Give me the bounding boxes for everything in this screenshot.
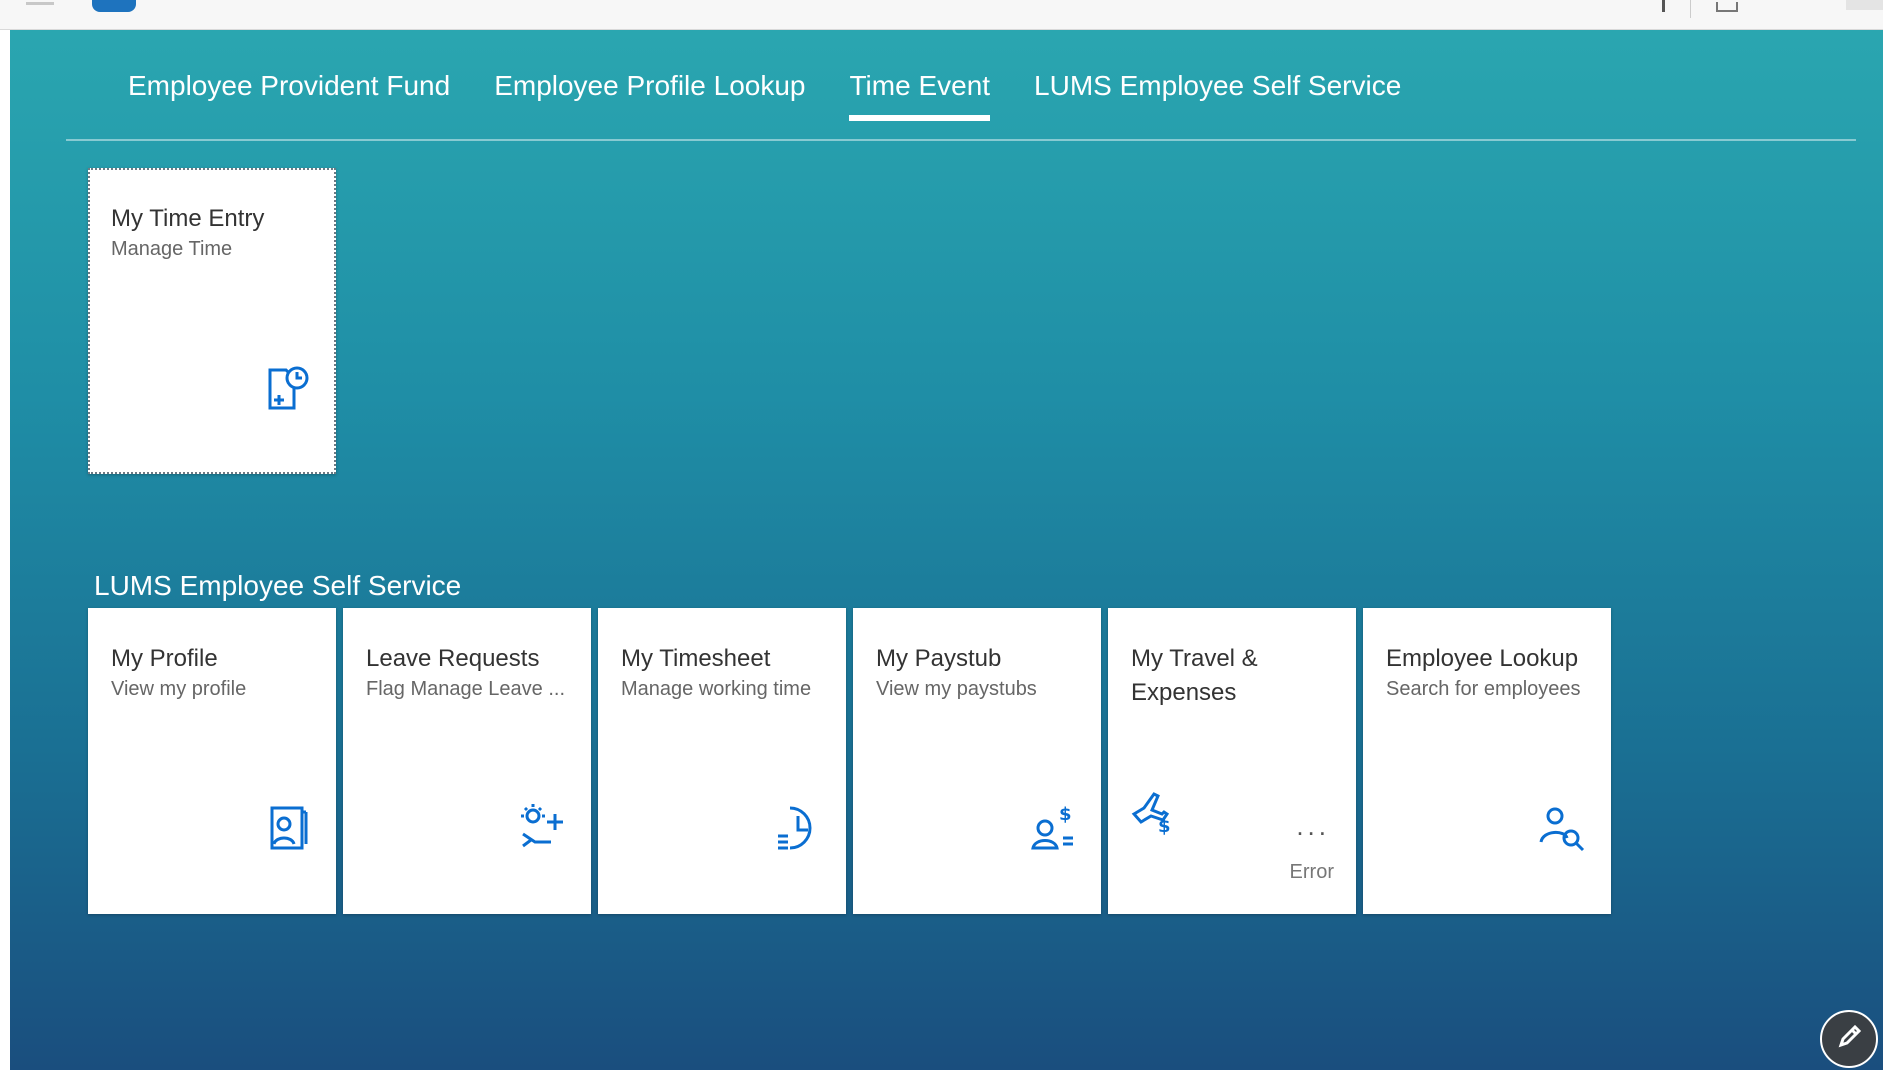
tab-employee-profile-lookup[interactable]: Employee Profile Lookup [494,70,805,110]
tile-title: My Profile [111,645,218,672]
tile-title: My Timesheet [621,645,771,672]
notifications-icon[interactable] [1716,2,1738,12]
tile-my-timesheet[interactable]: My Timesheet Manage working time [598,608,846,914]
tile-subtitle: Manage working time [621,678,812,700]
status-text: Error [1289,861,1334,883]
travel-expense-icon: $ [1128,786,1178,837]
tab-time-event[interactable]: Time Event [849,70,990,121]
pencil-icon [1835,1023,1863,1056]
leave-request-icon [515,800,571,856]
svg-text:$: $ [1158,816,1171,836]
tile-leave-requests[interactable]: Leave Requests Flag Manage Leave ... [343,608,591,914]
anchor-navigation-bar: Employee Provident Fund Employee Profile… [66,70,1445,121]
user-avatar[interactable] [1846,0,1883,10]
employee-search-icon [1535,800,1591,856]
tile-title: My Time Entry [111,205,265,232]
tile-my-profile[interactable]: My Profile View my profile [88,608,336,914]
header-divider [1690,0,1691,18]
group-title: LUMS Employee Self Service [94,570,462,601]
menu-icon[interactable] [26,2,54,5]
tile-title: Leave Requests [366,645,540,672]
tile-subtitle: Flag Manage Leave ... [366,678,566,700]
tab-employee-provident-fund[interactable]: Employee Provident Fund [128,70,450,110]
time-entry-icon [260,360,316,416]
search-icon[interactable] [1662,0,1665,12]
tile-my-travel-expenses[interactable]: My Travel & Expenses $ ... Error [1108,608,1356,914]
company-logo[interactable] [92,0,136,12]
tab-lums-employee-self-service[interactable]: LUMS Employee Self Service [1034,70,1401,110]
tile-subtitle: View my paystubs [876,678,1037,700]
tab-bar-divider [66,139,1856,141]
svg-text:$: $ [1059,804,1072,825]
tile-subtitle: View my profile [111,678,247,700]
tile-subtitle: Manage Time [111,238,233,260]
shell-header [0,0,1883,30]
paystub-icon: $ [1025,800,1081,856]
tile-title: My Travel & Expenses [1131,645,1258,706]
timesheet-icon [770,800,826,856]
tile-employee-lookup[interactable]: Employee Lookup Search for employees [1363,608,1611,914]
launchpad: Employee Provident Fund Employee Profile… [10,30,1883,1070]
tile-my-time-entry[interactable]: My Time Entry Manage Time [88,168,336,474]
edit-home-button[interactable] [1820,1010,1878,1068]
tile-subtitle: Search for employees [1386,678,1581,700]
tile-title: Employee Lookup [1386,645,1579,672]
tile-my-paystub[interactable]: My Paystub View my paystubs $ [853,608,1101,914]
profile-icon [260,800,316,856]
more-indicator: ... [1296,811,1330,841]
tile-title: My Paystub [876,645,1002,672]
